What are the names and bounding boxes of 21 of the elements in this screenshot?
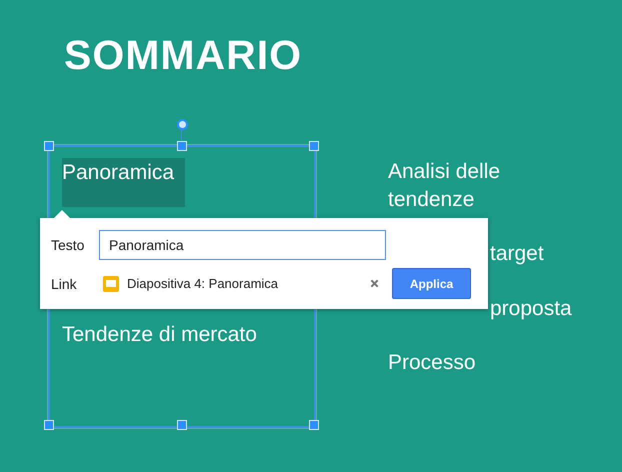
link-target[interactable]: Diapositiva 4: Panoramica (127, 276, 367, 291)
list-item: proposta (490, 296, 572, 322)
resize-handle[interactable] (309, 141, 319, 151)
slides-icon (103, 276, 119, 292)
resize-handle[interactable] (177, 420, 187, 430)
list-item: Tendenze di mercato (62, 323, 257, 347)
resize-handle[interactable] (44, 141, 54, 151)
field-label: Link (51, 276, 78, 292)
list-item: Analisi delle tendenze (388, 159, 502, 213)
field-label: Testo (51, 236, 86, 252)
list-item: Processo (388, 350, 476, 376)
text-input[interactable]: Panoramica (99, 230, 386, 260)
list-item: target (490, 241, 544, 267)
remove-icon[interactable] (370, 279, 379, 288)
resize-handle[interactable] (44, 420, 54, 430)
rotate-handle[interactable] (177, 119, 188, 130)
slide-title: SOMMARIO (64, 32, 302, 79)
resize-handle[interactable] (309, 420, 319, 430)
list-item: Panoramica (62, 158, 185, 207)
resize-handle[interactable] (177, 141, 187, 151)
apply-button[interactable]: Applica (392, 268, 471, 299)
